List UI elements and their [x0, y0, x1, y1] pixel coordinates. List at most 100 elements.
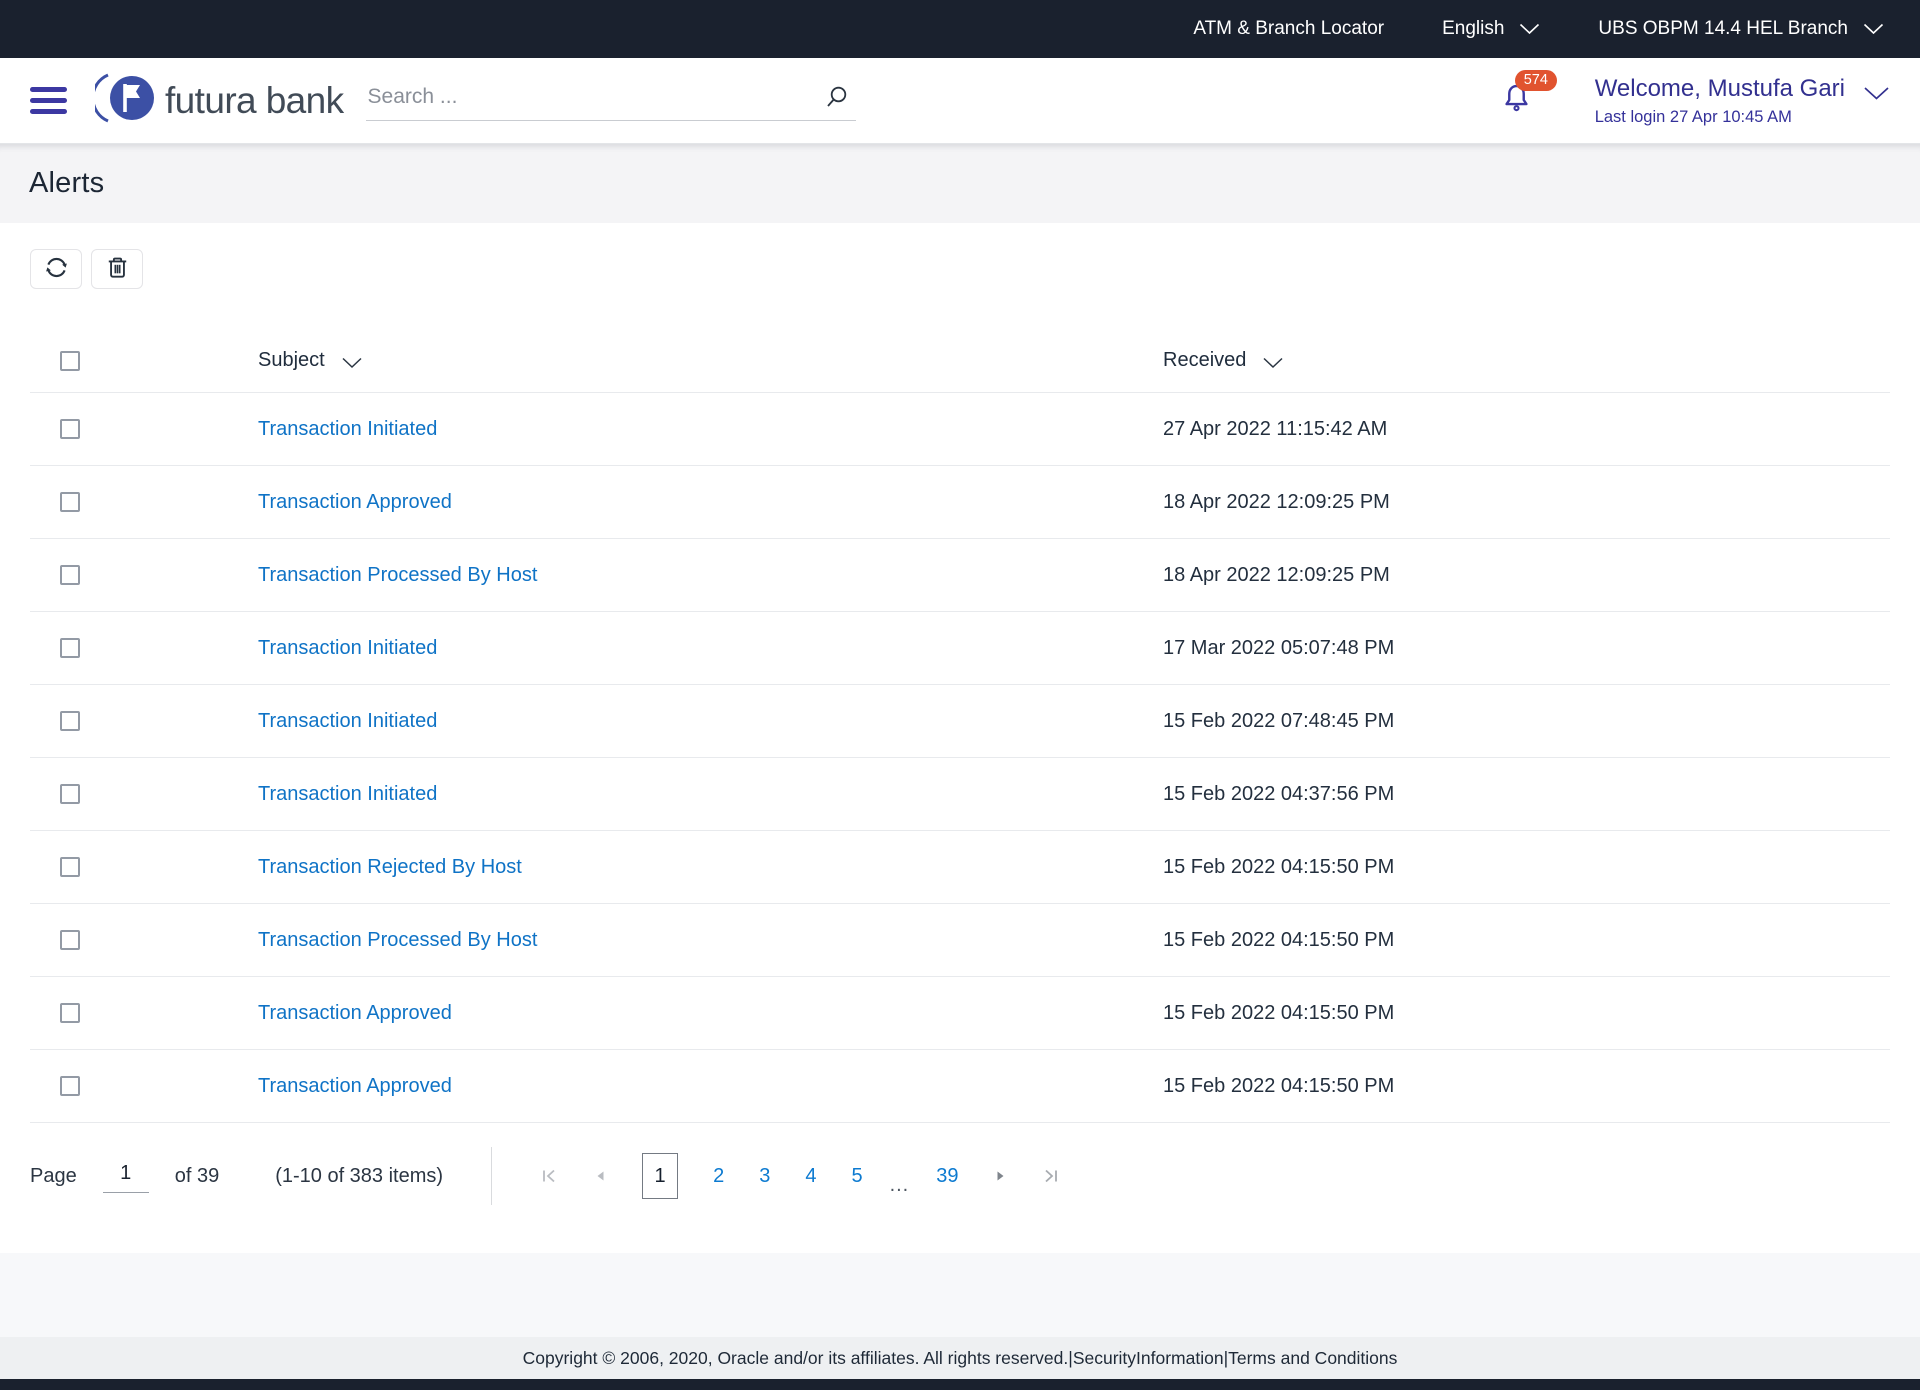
row-checkbox[interactable]: [60, 1003, 80, 1023]
notifications-button[interactable]: 574: [1500, 82, 1533, 120]
footer-bottom-strip: [0, 1379, 1920, 1390]
footer-spacer-band: [0, 1253, 1920, 1337]
table-row: Transaction Approved 15 Feb 2022 04:15:5…: [30, 977, 1890, 1050]
delete-button[interactable]: [91, 249, 143, 289]
row-checkbox[interactable]: [60, 638, 80, 658]
current-page-indicator: 1: [642, 1153, 678, 1199]
row-checkbox[interactable]: [60, 492, 80, 512]
language-label: English: [1442, 18, 1504, 40]
bell-icon: [1500, 102, 1533, 119]
row-checkbox[interactable]: [60, 1076, 80, 1096]
chevron-down-icon: [1863, 23, 1884, 35]
alert-subject-link[interactable]: Transaction Initiated: [258, 418, 437, 440]
last-page-icon[interactable]: [1042, 1167, 1060, 1185]
terms-and-conditions-link[interactable]: Terms and Conditions: [1228, 1348, 1397, 1369]
page-link-2[interactable]: 2: [713, 1165, 724, 1188]
table-row: Transaction Initiated 27 Apr 2022 11:15:…: [30, 393, 1890, 466]
pagination-bar: Page of 39 (1-10 of 383 items) 1 2 3 4 5…: [30, 1139, 1890, 1213]
alert-received-time: 15 Feb 2022 04:15:50 PM: [1163, 1002, 1890, 1025]
search-icon[interactable]: [824, 84, 850, 110]
page-link-last-number[interactable]: 39: [936, 1165, 958, 1188]
atm-branch-locator-link[interactable]: ATM & Branch Locator: [1193, 18, 1384, 40]
welcome-text: Welcome, Mustufa Gari: [1595, 75, 1845, 103]
pagination-divider: [491, 1147, 492, 1205]
search-input[interactable]: [368, 85, 824, 109]
alert-received-time: 17 Mar 2022 05:07:48 PM: [1163, 637, 1890, 660]
alerts-table: Subject Received Transaction Initiated 2…: [30, 329, 1890, 1123]
menu-icon[interactable]: [30, 87, 67, 114]
row-checkbox[interactable]: [60, 930, 80, 950]
alert-subject-link[interactable]: Transaction Initiated: [258, 637, 437, 659]
security-information-link[interactable]: SecurityInformation: [1073, 1348, 1224, 1369]
page-title-band: Alerts: [0, 144, 1920, 223]
trash-icon: [104, 254, 131, 284]
page-label: Page: [30, 1165, 77, 1188]
brand-name: futura bank: [165, 80, 344, 122]
table-header-row: Subject Received: [30, 329, 1890, 393]
language-selector[interactable]: English: [1442, 18, 1540, 40]
alert-received-time: 15 Feb 2022 07:48:45 PM: [1163, 710, 1890, 733]
row-checkbox[interactable]: [60, 857, 80, 877]
alert-subject-link[interactable]: Transaction Initiated: [258, 783, 437, 805]
table-row: Transaction Processed By Host 18 Apr 202…: [30, 539, 1890, 612]
previous-page-icon[interactable]: [593, 1168, 607, 1184]
top-utility-bar: ATM & Branch Locator English UBS OBPM 14…: [0, 0, 1920, 58]
app-header: futura bank 574 Welcome, Mustufa Gari: [0, 58, 1920, 144]
table-row: Transaction Rejected By Host 15 Feb 2022…: [30, 831, 1890, 904]
table-row: Transaction Processed By Host 15 Feb 202…: [30, 904, 1890, 977]
page-title: Alerts: [29, 167, 104, 200]
branch-label: UBS OBPM 14.4 HEL Branch: [1598, 18, 1848, 40]
items-count-label: (1-10 of 383 items): [275, 1165, 443, 1188]
table-row: Transaction Initiated 17 Mar 2022 05:07:…: [30, 612, 1890, 685]
global-search: [366, 80, 856, 121]
atm-branch-locator-label: ATM & Branch Locator: [1193, 18, 1384, 40]
alert-subject-link[interactable]: Transaction Approved: [258, 1075, 452, 1097]
alert-received-time: 18 Apr 2022 12:09:25 PM: [1163, 491, 1890, 514]
table-row: Transaction Initiated 15 Feb 2022 04:37:…: [30, 758, 1890, 831]
first-page-icon[interactable]: [540, 1167, 558, 1185]
page-number-input[interactable]: [103, 1160, 149, 1193]
last-login-text: Last login 27 Apr 10:45 AM: [1595, 108, 1890, 127]
column-header-received[interactable]: Received: [1163, 349, 1890, 372]
alerts-toolbar: [30, 249, 1890, 289]
user-menu[interactable]: Welcome, Mustufa Gari Last login 27 Apr …: [1595, 75, 1890, 127]
row-checkbox[interactable]: [60, 784, 80, 804]
page-link-4[interactable]: 4: [805, 1165, 816, 1188]
refresh-icon: [43, 254, 70, 284]
futura-bank-logo[interactable]: futura bank: [95, 72, 344, 129]
chevron-down-icon: [1262, 352, 1284, 375]
copyright-text: Copyright © 2006, 2020, Oracle and/or it…: [523, 1348, 1069, 1369]
alert-subject-link[interactable]: Transaction Rejected By Host: [258, 856, 522, 878]
notification-count-badge: 574: [1515, 70, 1557, 92]
alerts-content: Subject Received Transaction Initiated 2…: [0, 223, 1920, 1253]
select-all-checkbox[interactable]: [60, 351, 80, 371]
chevron-down-icon: [341, 352, 363, 375]
next-page-icon[interactable]: [993, 1168, 1007, 1184]
alert-subject-link[interactable]: Transaction Approved: [258, 491, 452, 513]
branch-selector[interactable]: UBS OBPM 14.4 HEL Branch: [1598, 18, 1884, 40]
page-total-label: of 39: [175, 1165, 219, 1188]
chevron-down-icon: [1863, 80, 1890, 108]
chevron-down-icon: [1519, 23, 1540, 35]
alert-received-time: 18 Apr 2022 12:09:25 PM: [1163, 564, 1890, 587]
bank-logo-icon: [95, 72, 157, 129]
row-checkbox[interactable]: [60, 565, 80, 585]
page-link-3[interactable]: 3: [759, 1165, 770, 1188]
row-checkbox[interactable]: [60, 711, 80, 731]
alert-subject-link[interactable]: Transaction Initiated: [258, 710, 437, 732]
pagination-controls: 1 2 3 4 5 ... 39: [540, 1153, 1060, 1199]
column-header-subject[interactable]: Subject: [258, 349, 1163, 372]
table-row: Transaction Approved 15 Feb 2022 04:15:5…: [30, 1050, 1890, 1123]
alert-received-time: 15 Feb 2022 04:15:50 PM: [1163, 929, 1890, 952]
header-right-cluster: 574 Welcome, Mustufa Gari Last login 27 …: [1500, 75, 1890, 127]
row-checkbox[interactable]: [60, 419, 80, 439]
alert-received-time: 15 Feb 2022 04:15:50 PM: [1163, 1075, 1890, 1098]
page-link-5[interactable]: 5: [851, 1165, 862, 1188]
alert-received-time: 27 Apr 2022 11:15:42 AM: [1163, 418, 1890, 441]
alert-subject-link[interactable]: Transaction Processed By Host: [258, 564, 537, 586]
table-row: Transaction Approved 18 Apr 2022 12:09:2…: [30, 466, 1890, 539]
alert-subject-link[interactable]: Transaction Approved: [258, 1002, 452, 1024]
refresh-button[interactable]: [30, 249, 82, 289]
page-ellipsis: ...: [890, 1174, 910, 1197]
alert-subject-link[interactable]: Transaction Processed By Host: [258, 929, 537, 951]
